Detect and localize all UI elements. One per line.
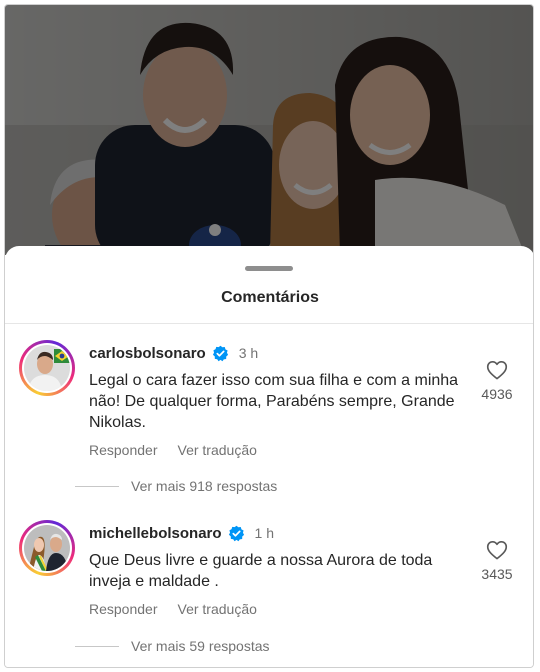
- avatar-image: [24, 345, 70, 391]
- avatar-carlosbolsonaro[interactable]: [19, 340, 75, 396]
- sheet-title: Comentários: [221, 289, 319, 306]
- verified-badge-icon: [228, 525, 245, 542]
- comment-header: michellebolsonaro 1 h: [89, 522, 274, 544]
- comments-screen: Comentários carlosbolsonaro 3 h Legal o …: [4, 4, 534, 668]
- title-divider: [5, 323, 533, 324]
- drag-handle[interactable]: [245, 266, 293, 271]
- heart-outline-icon[interactable]: [486, 360, 508, 380]
- comment-time: 1 h: [254, 525, 275, 541]
- view-replies-label: Ver mais 918 respostas: [131, 478, 278, 494]
- like-count: 3435: [481, 566, 513, 582]
- username[interactable]: michellebolsonaro: [89, 525, 222, 542]
- comment-actions: Responder Ver tradução: [89, 601, 257, 617]
- comment-text: Que Deus livre e guarde a nossa Aurora d…: [89, 552, 433, 590]
- post-photo: [5, 5, 533, 255]
- translate-button[interactable]: Ver tradução: [178, 601, 257, 617]
- view-replies-button[interactable]: Ver mais 59 respostas: [75, 638, 270, 654]
- view-replies-label: Ver mais 59 respostas: [131, 638, 270, 654]
- comment-header: carlosbolsonaro 3 h: [89, 342, 258, 364]
- avatar-image: [24, 525, 70, 571]
- reply-button[interactable]: Responder: [89, 442, 158, 458]
- comment-text: Legal o cara fazer isso com sua filha e …: [89, 372, 459, 431]
- reply-button[interactable]: Responder: [89, 601, 158, 617]
- username[interactable]: carlosbolsonaro: [89, 345, 206, 362]
- like-control: 3435: [475, 540, 519, 582]
- comment-actions: Responder Ver tradução: [89, 442, 257, 458]
- like-control: 4936: [475, 360, 519, 402]
- comment-time: 3 h: [238, 345, 259, 361]
- replies-line: [75, 645, 119, 647]
- view-replies-button[interactable]: Ver mais 918 respostas: [75, 478, 277, 494]
- heart-outline-icon[interactable]: [486, 540, 508, 560]
- verified-badge-icon: [212, 345, 229, 362]
- replies-line: [75, 485, 119, 487]
- comments-sheet: Comentários carlosbolsonaro 3 h Legal o …: [5, 246, 533, 667]
- translate-button[interactable]: Ver tradução: [178, 442, 257, 458]
- avatar-michellebolsonaro[interactable]: [19, 520, 75, 576]
- like-count: 4936: [481, 386, 513, 402]
